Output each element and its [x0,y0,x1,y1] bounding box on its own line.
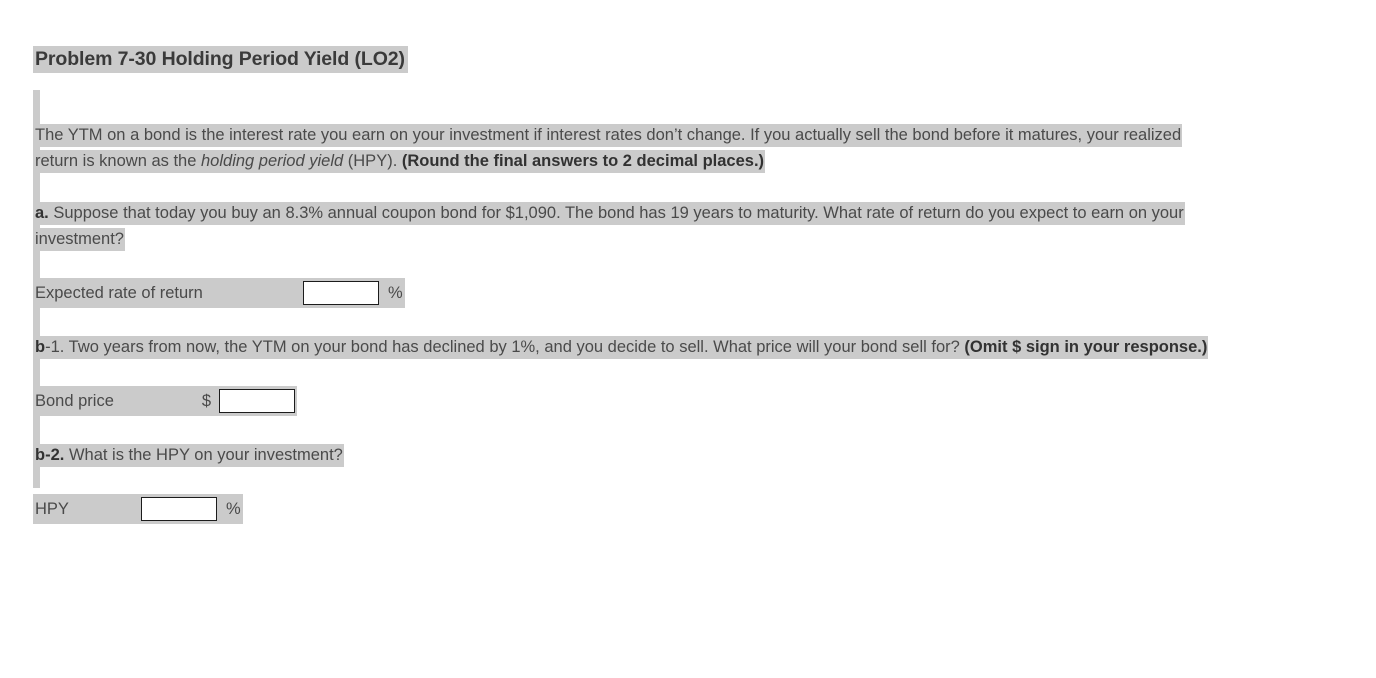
hpy-input[interactable] [141,497,217,521]
expected-rate-of-return-percent-symbol: % [388,283,403,302]
spacer-after-question-b2 [33,468,1343,494]
question-b2-paragraph: b-2. What is the HPY on your investment? [33,442,1211,468]
question-a-label: a. [35,204,49,222]
spacer-after-question-b1 [33,360,1343,386]
answer-row-bond-price: Bond price $ [33,386,297,416]
question-a-text-highlight: a. Suppose that today you buy an 8.3% an… [33,202,1185,251]
spacer-after-answer-a [33,308,1343,334]
question-b1-omit-note: (Omit $ sign in your response.) [964,338,1208,356]
spacer-after-intro [33,174,1343,200]
question-b2-text: What is the HPY on your investment? [64,446,343,464]
intro-paragraph: The YTM on a bond is the interest rate y… [33,122,1211,174]
spacer-after-title [33,76,1343,122]
spacer-after-answer-b1 [33,416,1343,442]
question-b1-label-bold: b [35,338,46,356]
question-b1-label-rest: -1. [45,338,65,356]
intro-text-part2: (HPY). [343,152,402,170]
page-title-row: Problem 7-30 Holding Period Yield (LO2) [33,44,1343,76]
intro-text-highlight: The YTM on a bond is the interest rate y… [33,124,1183,173]
bond-price-label: Bond price [35,391,114,410]
answer-row-hpy: HPY % [33,494,243,524]
page-title: Problem 7-30 Holding Period Yield (LO2) [33,46,408,73]
expected-rate-of-return-input[interactable] [303,281,379,305]
document-page: Problem 7-30 Holding Period Yield (LO2) … [0,0,1376,678]
expected-rate-of-return-label: Expected rate of return [35,283,203,302]
question-b1-text-highlight: b-1. Two years from now, the YTM on your… [33,336,1209,359]
bond-price-input[interactable] [219,389,295,413]
answer-row-expected-rate-of-return: Expected rate of return % [33,278,405,308]
document-content: Problem 7-30 Holding Period Yield (LO2) … [33,44,1343,524]
intro-text-italic: holding period yield [201,152,344,170]
question-b2-label-rest: -2. [45,446,65,464]
question-b2-text-highlight: b-2. What is the HPY on your investment? [33,444,344,467]
question-b1-paragraph: b-1. Two years from now, the YTM on your… [33,334,1211,360]
question-a-text: Suppose that today you buy an 8.3% annua… [35,204,1184,248]
question-b1-text: Two years from now, the YTM on your bond… [64,338,965,356]
question-a-paragraph: a. Suppose that today you buy an 8.3% an… [33,200,1211,252]
intro-rounding-note: (Round the final answers to 2 decimal pl… [401,152,765,170]
hpy-percent-symbol: % [226,499,241,518]
spacer-after-question-a [33,252,1343,278]
hpy-label: HPY [35,499,69,518]
question-b2-label-bold: b [35,446,46,464]
dollar-sign-prefix: $ [201,391,211,410]
